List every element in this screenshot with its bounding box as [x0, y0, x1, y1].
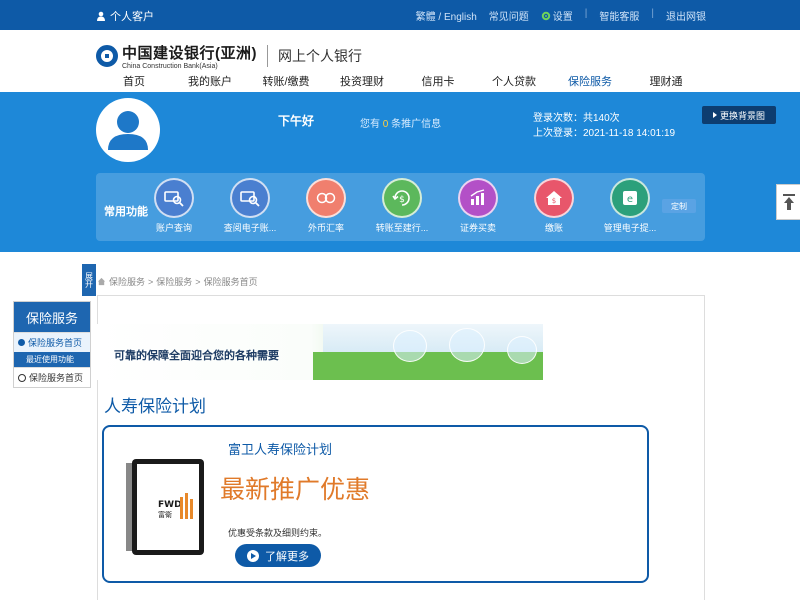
bubble-ball-image — [393, 330, 427, 362]
nav-investment[interactable]: 投资理财 — [324, 73, 400, 89]
nav-credit-card[interactable]: 信用卡 — [400, 73, 476, 89]
e-statement-icon: e — [623, 191, 637, 205]
bank-logo[interactable]: 中国建设银行(亚洲) China Construction Bank(Asia)… — [96, 42, 362, 70]
quick-account-inquiry[interactable]: 账户查询 — [139, 178, 209, 234]
nav-transfer-payment[interactable]: 转账/缴费 — [248, 73, 324, 89]
avatar — [96, 98, 160, 162]
left-sidebar: 保险服务 保险服务首页 最近使用功能 保险服务首页 — [13, 301, 91, 388]
main-nav: 首页 我的账户 转账/缴费 投资理财 信用卡 个人贷款 保险服务 理财通 — [96, 73, 704, 89]
expand-sidebar-tab[interactable]: 展开 — [82, 264, 96, 296]
bubble-ball-image — [449, 328, 485, 362]
nav-my-account[interactable]: 我的账户 — [172, 73, 248, 89]
transfer-icon: $ — [392, 190, 410, 206]
language-switch-link[interactable]: 繁體 / English — [416, 8, 477, 23]
svg-text:富衛: 富衛 — [158, 510, 172, 519]
top-bar: 个人客户 繁體 / English 常见问题 设置 | 智能客服 | 退出网银 — [0, 0, 800, 30]
logout-link[interactable]: 退出网银 — [666, 8, 706, 23]
insurance-hero-banner: 可靠的保障全面迎合您的各种需要 — [97, 324, 543, 380]
top-links: 繁體 / English 常见问题 设置 | 智能客服 | 退出网银 — [416, 8, 706, 23]
logo-chinese-name: 中国建设银行(亚洲) — [122, 45, 257, 62]
nav-insurance[interactable]: 保险服务 — [552, 73, 628, 89]
last-login: 上次登录：2021-11-18 14:01:19 — [533, 128, 676, 139]
smart-service-link[interactable]: 智能客服 — [599, 8, 639, 23]
recent-functions-heading: 最近使用功能 — [14, 352, 90, 367]
learn-more-button[interactable]: 了解更多 — [235, 544, 321, 567]
svg-text:$: $ — [399, 195, 405, 205]
securities-chart-icon — [470, 189, 485, 205]
back-to-top-icon — [782, 194, 795, 210]
logo-english-name: China Construction Bank(Asia) — [122, 63, 218, 70]
nav-personal-loan[interactable]: 个人贷款 — [476, 73, 552, 89]
back-to-top-button[interactable] — [776, 184, 800, 220]
bullet-icon — [18, 339, 25, 346]
change-background-button[interactable]: 更换背景图 — [702, 106, 776, 124]
hero-text: 可靠的保障全面迎合您的各种需要 — [114, 350, 279, 362]
ccb-logo-icon — [96, 45, 118, 67]
settings-link[interactable]: 设置 — [541, 8, 573, 23]
personal-customer-label[interactable]: 个人客户 — [96, 8, 154, 24]
user-icon — [97, 11, 105, 21]
link-separator: | — [651, 8, 654, 19]
link-separator: | — [584, 8, 588, 19]
svg-text:e: e — [627, 194, 633, 205]
logo-divider — [267, 45, 268, 67]
breadcrumb: 保险服务 > 保险服务 > 保险服务首页 — [97, 275, 258, 288]
quick-manage-e-statement[interactable]: e 管理电子提... — [595, 178, 665, 234]
account-search-icon — [164, 191, 184, 207]
insurance-plan-card: FWD 富衛 富卫人寿保险计划 最新推广优惠 优惠受条款及细则约束。 了解更多 — [102, 425, 649, 583]
quick-bill-payment[interactable]: $ 缴账 — [519, 178, 589, 234]
header: 中国建设银行(亚洲) China Construction Bank(Asia)… — [0, 30, 800, 92]
life-insurance-heading: 人寿保险计划 — [104, 397, 206, 417]
fwd-tablet-image: FWD 富衛 — [126, 459, 204, 555]
user-avatar-icon — [108, 111, 148, 150]
bill-house-icon: $ — [546, 191, 562, 205]
quick-e-statement-inquiry[interactable]: 查阅电子账... — [215, 178, 285, 234]
promo-info[interactable]: 您有 0 条推广信息 — [360, 115, 441, 130]
nav-home[interactable]: 首页 — [96, 73, 172, 89]
promo-headline: 最新推广优惠 — [220, 475, 371, 504]
customize-button[interactable]: 定制 — [662, 199, 696, 213]
recent-item-insurance-home[interactable]: 保险服务首页 — [14, 367, 90, 387]
faq-link[interactable]: 常见问题 — [489, 8, 529, 23]
play-circle-icon — [247, 549, 259, 562]
quick-securities-trading[interactable]: 证券买卖 — [443, 178, 513, 234]
currency-exchange-icon — [316, 192, 336, 204]
home-icon — [97, 277, 106, 286]
sidebar-item-insurance-home[interactable]: 保险服务首页 — [14, 332, 90, 352]
greeting-text: 下午好 — [278, 114, 315, 128]
gear-icon — [541, 11, 550, 20]
clock-icon — [18, 373, 26, 382]
play-triangle-icon — [712, 112, 717, 118]
plan-name[interactable]: 富卫人寿保险计划 — [228, 439, 332, 458]
site-subtitle: 网上个人银行 — [278, 48, 362, 64]
breadcrumb-item[interactable]: 保险服务 — [156, 275, 192, 288]
quick-fx-rate[interactable]: 外币汇率 — [291, 178, 361, 234]
quick-transfer-ccb[interactable]: $ 转账至建行... — [367, 178, 437, 234]
breadcrumb-current: 保险服务首页 — [203, 277, 258, 287]
bubble-ball-image — [507, 336, 537, 364]
sidebar-heading: 保险服务 — [14, 302, 90, 332]
breadcrumb-item[interactable]: 保险服务 — [109, 275, 145, 288]
nav-wealth-connect[interactable]: 理财通 — [628, 73, 704, 89]
login-count: 登录次数：共140次 — [533, 113, 620, 124]
statement-search-icon — [240, 191, 260, 207]
fwd-logo-text: FWD — [158, 500, 182, 510]
login-info: 登录次数：共140次 上次登录：2021-11-18 14:01:19 — [533, 111, 675, 141]
terms-note: 优惠受条款及细则约束。 — [228, 528, 328, 538]
promo-count: 0 — [382, 119, 389, 130]
svg-text:$: $ — [552, 197, 556, 205]
